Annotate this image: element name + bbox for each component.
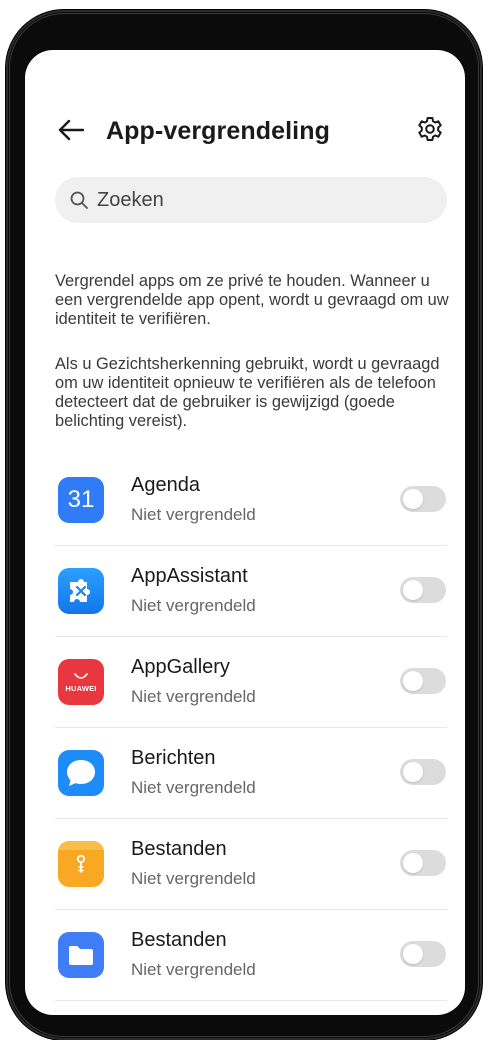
- calendar-icon-day: 31: [67, 486, 95, 513]
- arrow-left-icon: [58, 119, 85, 141]
- app-bar: App-vergrendeling: [25, 110, 465, 154]
- lock-toggle-bestanden-2[interactable]: [400, 941, 446, 967]
- app-name: AppGallery: [131, 656, 230, 678]
- puzzle-icon: [58, 568, 104, 614]
- page-title: App-vergrendeling: [106, 117, 330, 145]
- description-paragraph-1: Vergrendel apps om ze privé te houden. W…: [55, 272, 449, 328]
- search-icon: [69, 189, 91, 211]
- app-lock-status: Niet vergrendeld: [131, 687, 256, 706]
- app-lock-status: Niet vergrendeld: [131, 778, 256, 797]
- toggle-knob: [403, 489, 423, 509]
- app-name: Berichten: [131, 747, 216, 769]
- lock-toggle-bestanden-1[interactable]: [400, 850, 446, 876]
- lock-toggle-berichten[interactable]: [400, 759, 446, 785]
- list-item-bestanden-2[interactable]: Bestanden Niet vergrendeld: [55, 910, 447, 1001]
- list-item-appgallery[interactable]: HUAWEI AppGallery Niet vergrendeld: [55, 637, 447, 728]
- huawei-appgallery-icon: HUAWEI: [58, 659, 104, 705]
- lock-toggle-appassistant[interactable]: [400, 577, 446, 603]
- app-lock-status: Niet vergrendeld: [131, 596, 256, 615]
- toggle-knob: [403, 944, 423, 964]
- app-lock-status: Niet vergrendeld: [131, 505, 256, 524]
- lock-toggle-agenda[interactable]: [400, 486, 446, 512]
- folder-icon: [58, 932, 104, 978]
- gear-icon: [418, 117, 442, 141]
- app-name: Bestanden: [131, 838, 227, 860]
- toggle-knob: [403, 580, 423, 600]
- list-item-bestanden-1[interactable]: Bestanden Niet vergrendeld: [55, 819, 447, 910]
- lock-toggle-appgallery[interactable]: [400, 668, 446, 694]
- list-item-agenda[interactable]: 31 Agenda Niet vergrendeld: [55, 455, 447, 546]
- description-paragraph-2: Als u Gezichtsherkenning gebruikt, wordt…: [55, 355, 440, 430]
- app-name: Agenda: [131, 474, 200, 496]
- search-input[interactable]: [97, 188, 417, 212]
- screen: App-vergrendeling Vergrendel apps om ze …: [25, 50, 465, 1015]
- huawei-wordmark: HUAWEI: [65, 684, 97, 693]
- message-bubble-icon: [58, 750, 104, 796]
- phone-frame: App-vergrendeling Vergrendel apps om ze …: [6, 10, 482, 1040]
- app-name: Bestanden: [131, 929, 227, 951]
- app-name: AppAssistant: [131, 565, 248, 587]
- settings-button[interactable]: [415, 114, 445, 144]
- list-item-appassistant[interactable]: AppAssistant Niet vergrendeld: [55, 546, 447, 637]
- back-button[interactable]: [55, 114, 87, 146]
- list-item-berichten[interactable]: Berichten Niet vergrendeld: [55, 728, 447, 819]
- toggle-knob: [403, 762, 423, 782]
- app-lock-status: Niet vergrendeld: [131, 960, 256, 979]
- app-list: 31 Agenda Niet vergrendeld AppAssistant …: [55, 455, 447, 1001]
- search-bar[interactable]: [55, 177, 447, 223]
- app-lock-status: Niet vergrendeld: [131, 869, 256, 888]
- toggle-knob: [403, 853, 423, 873]
- calendar-icon: 31: [58, 477, 104, 523]
- toggle-knob: [403, 671, 423, 691]
- file-archive-icon: [58, 841, 104, 887]
